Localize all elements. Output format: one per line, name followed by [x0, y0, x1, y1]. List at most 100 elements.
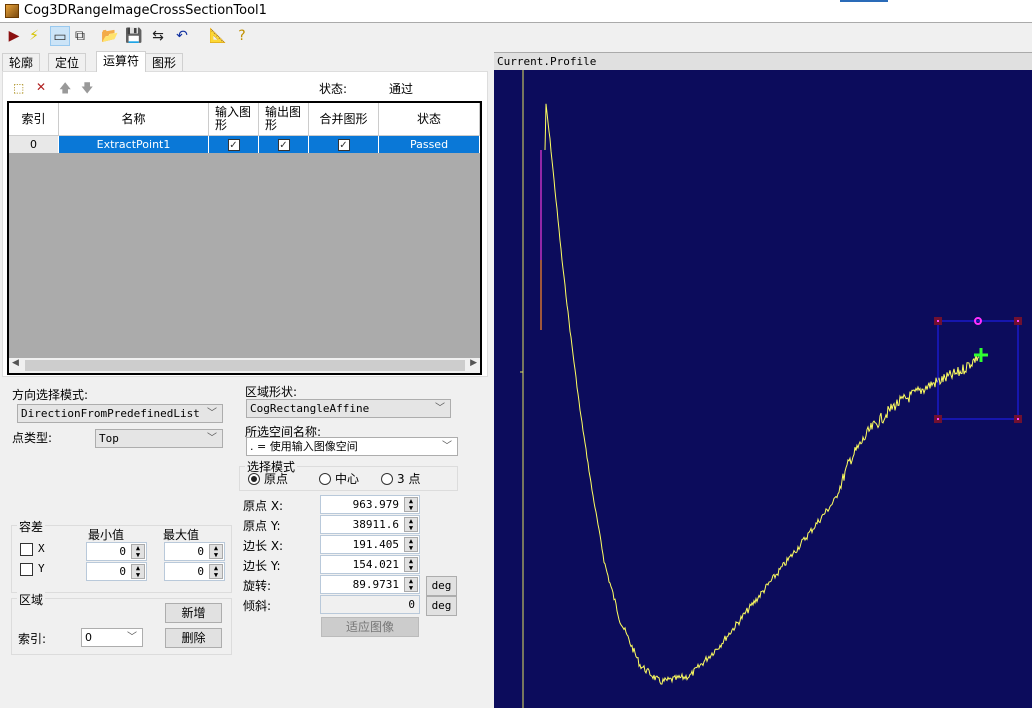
floating-icon[interactable]: ⧉ [70, 26, 90, 46]
column-header[interactable]: 输入图形 [209, 103, 259, 136]
extracted-point-icon [974, 348, 988, 362]
measure-icon[interactable]: 📐 [208, 26, 228, 46]
space-select[interactable]: . = 使用输入图像空间 ﹀ [246, 437, 458, 456]
delete-button[interactable]: 删除 [165, 628, 222, 648]
checkbox[interactable]: ✓ [337, 139, 350, 151]
axis-label: Y [38, 562, 45, 575]
spinner[interactable]: ▲ ▼ [209, 564, 223, 579]
reset-icon[interactable]: ↶ [172, 26, 192, 46]
fit-image-button[interactable]: 适应图像 [321, 617, 419, 637]
tab-3[interactable]: 图形 [145, 53, 184, 71]
cell-input[interactable]: ✓ [209, 136, 259, 153]
param-input[interactable]: 963.979 ▲ ▼ [320, 495, 420, 514]
column-header[interactable]: 合并图形 [309, 103, 379, 136]
radio-0[interactable]: 原点 [248, 470, 288, 487]
cell-index[interactable]: 0 [9, 136, 59, 153]
column-header-label: 输入图形 [215, 105, 252, 132]
param-input[interactable]: 154.021 ▲ ▼ [320, 555, 420, 574]
radio-2[interactable]: 3 点 [381, 470, 420, 487]
profile-line [544, 103, 980, 685]
window-title: Cog3DRangeImageCrossSectionTool1 [24, 3, 267, 18]
display-title: Current.Profile [494, 52, 1032, 70]
spinner[interactable]: ▲ ▼ [131, 544, 145, 559]
move-up-icon[interactable]: 🡅 [59, 79, 71, 100]
param-input[interactable]: 191.405 ▲ ▼ [320, 535, 420, 554]
delete-icon[interactable]: ✕ [36, 80, 46, 94]
radio-button[interactable] [248, 473, 260, 485]
open-icon[interactable]: 📂 [100, 26, 120, 46]
spinner[interactable]: ▲ ▼ [404, 577, 418, 592]
column-header[interactable]: 索引 [9, 103, 59, 136]
point-type-label: 点类型: [12, 431, 53, 445]
direction-label: 方向选择模式: [12, 388, 89, 402]
cell-status[interactable]: Passed [379, 136, 480, 153]
tolerance-max-input[interactable]: 0 ▲ ▼ [164, 562, 225, 581]
run-icon[interactable]: ▶ [4, 26, 24, 46]
radio-button[interactable] [381, 473, 393, 485]
spinner[interactable]: ▲ ▼ [404, 497, 418, 512]
checkbox[interactable]: ✓ [227, 139, 240, 151]
cell-name[interactable]: ExtractPoint1 [59, 136, 209, 153]
app-icon [5, 4, 19, 18]
region-shape-label: 区域形状: [245, 385, 298, 399]
tolerance-min-input[interactable]: 0 ▲ ▼ [86, 562, 147, 581]
spinner[interactable]: ▲ ▼ [209, 544, 223, 559]
param-label: 原点 X: [243, 499, 284, 513]
save-icon[interactable]: 💾 [124, 26, 144, 46]
spinner[interactable]: ▲ ▼ [131, 564, 145, 579]
param-label: 边长 Y: [243, 559, 281, 573]
tolerance-min-input[interactable]: 0 ▲ ▼ [86, 542, 147, 561]
tolerance-X-checkbox[interactable] [20, 543, 33, 556]
cell-merge[interactable]: ✓ [309, 136, 379, 153]
move-down-icon[interactable]: 🡇 [81, 79, 93, 100]
radio-label: 原点 [264, 472, 289, 486]
spinner[interactable]: ▲ ▼ [404, 517, 418, 532]
region-handle-dot [937, 418, 939, 420]
direction-select[interactable]: DirectionFromPredefinedList ﹀ [17, 404, 223, 423]
electric-icon[interactable]: ⚡ [24, 26, 44, 46]
column-header[interactable]: 状态 [379, 103, 480, 136]
region-shape-select[interactable]: CogRectangleAffine ﹀ [246, 399, 451, 418]
checkbox[interactable]: ✓ [277, 139, 290, 151]
min-label: 最小值 [88, 528, 125, 542]
column-header-label: 名称 [121, 111, 146, 126]
profile-display[interactable] [494, 70, 1032, 708]
spinner[interactable]: ▲ ▼ [404, 537, 418, 552]
help-icon[interactable]: ? [232, 26, 252, 46]
status-label: 状态: [319, 82, 348, 96]
radio-1[interactable]: 中心 [319, 470, 359, 487]
unit-button[interactable]: deg [426, 576, 457, 596]
tab-1[interactable]: 定位 [48, 53, 87, 71]
spinner[interactable]: ▲ ▼ [404, 557, 418, 572]
title-bar: Cog3DRangeImageCrossSectionTool1 [0, 0, 1032, 23]
add-operator-icon[interactable]: ⬚ [13, 81, 24, 95]
window-control[interactable] [840, 0, 888, 2]
param-input[interactable]: 38911.6 ▲ ▼ [320, 515, 420, 534]
radio-label: 中心 [335, 472, 360, 486]
tab-0[interactable]: 轮廓 [2, 53, 41, 71]
horizontal-scrollbar[interactable]: ◀ ▶ [9, 358, 480, 373]
point-type-select[interactable]: Top ﹀ [95, 429, 223, 448]
region-handle-dot [1017, 320, 1019, 322]
index-select[interactable]: 0 ﹀ [81, 628, 143, 647]
param-input[interactable]: 89.9731 ▲ ▼ [320, 575, 420, 594]
region-group-title: 区域 [17, 591, 46, 608]
status-value: 通过 [389, 82, 414, 96]
column-header[interactable]: 输出图形 [259, 103, 309, 136]
tolerance-Y-checkbox[interactable] [20, 563, 33, 576]
column-header[interactable]: 名称 [59, 103, 209, 136]
index-label: 索引: [18, 632, 47, 646]
unit-button[interactable]: deg [426, 596, 457, 616]
column-header-label: 输出图形 [265, 105, 302, 132]
param-label: 旋转: [243, 579, 272, 593]
param-input[interactable]: 0 [320, 595, 420, 614]
column-header-label: 状态 [416, 111, 441, 126]
save-as-icon[interactable]: ⇆ [148, 26, 168, 46]
add-button[interactable]: 新增 [165, 603, 222, 623]
radio-button[interactable] [319, 473, 331, 485]
tolerance-max-input[interactable]: 0 ▲ ▼ [164, 542, 225, 561]
cell-output[interactable]: ✓ [259, 136, 309, 153]
tolerance-title: 容差 [17, 518, 46, 535]
tab-2[interactable]: 运算符 [96, 51, 147, 72]
show-graphics-icon[interactable]: ▭ [50, 26, 70, 46]
